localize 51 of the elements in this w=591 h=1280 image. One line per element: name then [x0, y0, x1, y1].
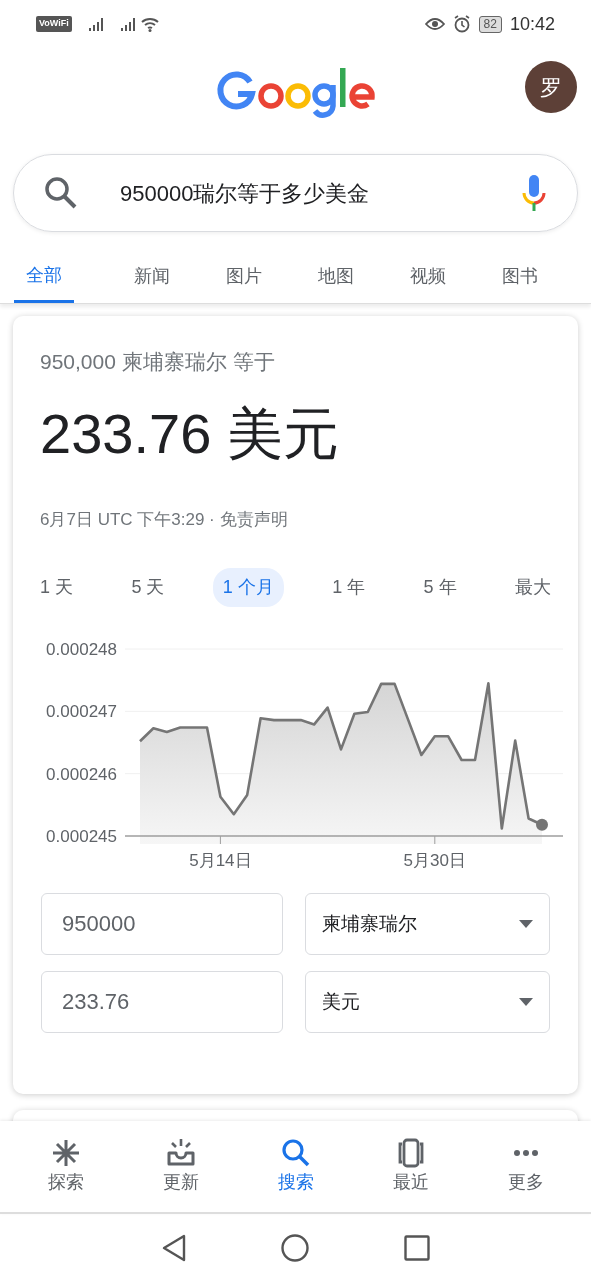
eye-icon: [424, 17, 445, 31]
recents-icon[interactable]: [403, 1234, 430, 1261]
search-field[interactable]: 950000瑞尔等于多少美金: [118, 175, 497, 211]
range-button[interactable]: 最大: [504, 568, 561, 608]
axis-tick-label: 0.000247: [46, 702, 117, 722]
search-tab[interactable]: 新闻: [106, 240, 198, 303]
range-button[interactable]: 5 年: [413, 568, 467, 608]
nav-tab[interactable]: 更新: [125, 1121, 236, 1212]
home-icon[interactable]: [280, 1233, 309, 1262]
nav-tab[interactable]: 搜索: [240, 1121, 351, 1212]
conversion-heading: 950,000 柬埔寨瑞尔 等于: [39, 349, 276, 375]
range-button[interactable]: 1 天: [30, 568, 83, 608]
conversion-result: 233.76 美元: [39, 400, 340, 467]
amount-field[interactable]: 950000: [41, 893, 283, 956]
axis-tick-label: 0.000245: [46, 827, 117, 847]
search-icon: [279, 1137, 312, 1169]
signal-icon: [87, 16, 104, 32]
axis-tick-label: 0.000248: [46, 640, 117, 660]
latest-point: [536, 818, 548, 831]
back-icon[interactable]: [161, 1233, 186, 1262]
microphone-icon: [521, 173, 547, 213]
currency-dropdown[interactable]: 美元: [305, 971, 550, 1034]
axis-tick-label: 0.000246: [46, 764, 117, 784]
search-tab[interactable]: 图书: [474, 240, 566, 303]
caret-icon: [519, 998, 533, 1007]
currency-dropdown[interactable]: 柬埔寨瑞尔: [305, 893, 550, 956]
axis-tick-label: 5月14日: [189, 851, 252, 871]
alarm-icon: [452, 15, 471, 33]
range-button[interactable]: 1 年: [322, 568, 376, 608]
range-button[interactable]: 1 个月: [212, 568, 284, 608]
nav-tab[interactable]: 更多: [470, 1121, 581, 1212]
timestamp: 6月7日 UTC 下午3:29 ·: [40, 509, 216, 529]
clock-time: 10:42: [509, 12, 555, 36]
range-button[interactable]: 5 天: [121, 568, 175, 608]
signal-icon: [119, 16, 136, 32]
search-tab[interactable]: 图片: [198, 240, 290, 303]
search-tab[interactable]: 地图: [290, 240, 382, 303]
disclaimer-link[interactable]: 免责声明: [219, 509, 288, 529]
nav-tab[interactable]: 探索: [10, 1121, 121, 1212]
amount-field[interactable]: 233.76: [41, 971, 283, 1034]
avatar[interactable]: 罗: [525, 61, 577, 113]
nav-tab[interactable]: 最近: [355, 1121, 466, 1212]
wifi-calling-badge: VoWiFi: [36, 16, 72, 32]
battery-indicator: 82: [478, 15, 502, 33]
wifi-icon: [139, 16, 160, 32]
search-icon: [44, 176, 78, 210]
axis-tick-label: 5月30日: [403, 851, 466, 871]
search-tab[interactable]: 视频: [382, 240, 474, 303]
more-icon: [512, 1149, 539, 1157]
search-tab[interactable]: 全部: [14, 240, 74, 303]
caret-icon: [519, 920, 533, 929]
